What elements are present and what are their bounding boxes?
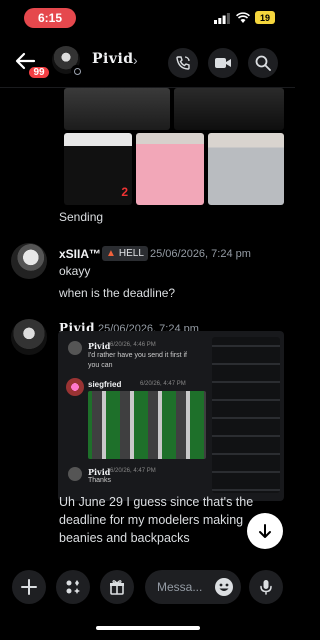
search-button[interactable]: [248, 48, 278, 78]
channel-header: 99 Pivid ›: [0, 38, 295, 88]
add-attachment-button[interactable]: [12, 570, 46, 604]
presence-offline-icon: [71, 65, 82, 76]
avatar[interactable]: [11, 319, 47, 355]
battery-indicator: 19: [255, 11, 275, 24]
status-time: 6:15: [24, 8, 76, 28]
status-bar: 6:15 19: [0, 0, 295, 38]
voice-message-button[interactable]: [249, 570, 283, 604]
screenshot-attachment[interactable]: Pivid 6/20/26, 4:46 PM I'd rather have y…: [58, 331, 284, 501]
attachment-image[interactable]: [64, 88, 170, 130]
message-composer: Messa...: [0, 566, 295, 610]
footer-avatar: [68, 467, 82, 481]
unread-badge: 99: [27, 65, 51, 80]
inner-time: 6/20/26, 4:47 PM: [140, 381, 186, 387]
footer-author: Pivid: [88, 467, 111, 477]
inner-image: [88, 391, 206, 459]
sending-status: Sending: [59, 210, 104, 224]
phone-icon: [176, 56, 190, 70]
jump-to-bottom-button[interactable]: [247, 513, 283, 549]
arrow-down-icon: [259, 524, 271, 538]
message-timestamp: 25/06/2026, 7:24 pm: [150, 248, 251, 260]
chevron-right-icon[interactable]: ›: [133, 52, 138, 68]
video-call-button[interactable]: [208, 48, 238, 78]
video-camera-icon: [215, 58, 231, 68]
quote-author: Pivid: [88, 341, 111, 351]
microphone-icon: [260, 580, 272, 595]
footer-time: 6/20/26, 4:47 PM: [110, 468, 156, 474]
apps-button[interactable]: [56, 570, 90, 604]
quote-time: 6/20/26, 4:46 PM: [110, 342, 156, 348]
message-input-placeholder: Messa...: [157, 580, 203, 594]
quote-avatar: [68, 341, 82, 355]
avatar[interactable]: [11, 243, 47, 279]
embedded-chat-preview: [212, 337, 280, 493]
wifi-icon: [236, 12, 250, 23]
page-title[interactable]: Pivid: [92, 51, 134, 67]
apps-icon: [66, 580, 80, 594]
attachment-image[interactable]: [136, 133, 204, 205]
gift-icon: [110, 580, 124, 595]
inner-avatar: [66, 378, 84, 396]
signal-icon: [214, 13, 230, 24]
fire-icon: ▲: [106, 248, 116, 259]
message-input[interactable]: Messa...: [145, 570, 241, 604]
attachment-image[interactable]: [208, 133, 284, 205]
plus-icon: [21, 579, 37, 595]
role-tag: ▲ HELL: [102, 246, 148, 261]
gift-button[interactable]: [100, 570, 134, 604]
message-list[interactable]: 2 Sending xSIIA™ ▲ HELL 25/06/2026, 7:24…: [0, 88, 295, 566]
message-text: okayy: [59, 264, 91, 278]
call-button[interactable]: [168, 48, 198, 78]
attachment-image[interactable]: 2: [64, 133, 132, 205]
inner-author: siegfried: [88, 380, 122, 389]
search-icon: [255, 55, 271, 71]
emoji-icon[interactable]: [214, 577, 234, 597]
image-label: 2: [121, 185, 128, 199]
message-text: when is the deadline?: [59, 286, 176, 300]
quote-text: I'd rather have you send it first if you…: [88, 352, 187, 369]
message-author[interactable]: xSIIA™: [59, 247, 101, 261]
home-indicator: [96, 626, 200, 630]
attachment-image[interactable]: [174, 88, 284, 130]
footer-text: Thanks: [88, 477, 111, 484]
message-text: Uh June 29 I guess since that's the dead…: [59, 495, 254, 545]
